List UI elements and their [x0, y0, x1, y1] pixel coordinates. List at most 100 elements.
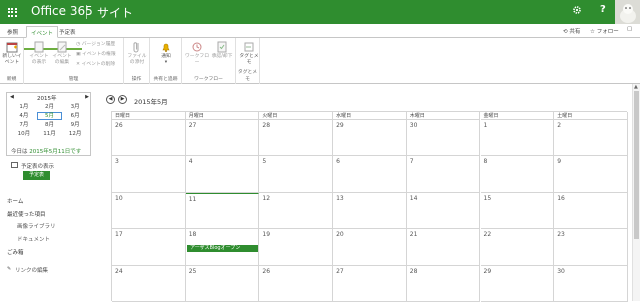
nav-recycle-bin[interactable]: ごみ箱: [7, 248, 24, 256]
weekday-header: 金曜日: [480, 112, 555, 120]
day-cell[interactable]: 1: [480, 120, 555, 157]
day-cell[interactable]: 26: [112, 120, 186, 157]
tab-events[interactable]: イベント: [26, 26, 59, 38]
tab-calendar[interactable]: 予定表: [55, 26, 80, 38]
approve-reject-button[interactable]: 承認/却下: [211, 41, 233, 60]
day-cell[interactable]: 27: [333, 265, 407, 302]
month-cell[interactable]: 10月: [11, 130, 37, 138]
day-cell[interactable]: 23: [554, 229, 628, 266]
day-cell[interactable]: 28: [406, 265, 481, 302]
month-cell[interactable]: 6月: [62, 112, 88, 120]
day-number: 19: [262, 231, 271, 239]
calendar-icon: [11, 162, 18, 168]
day-cell[interactable]: 24: [112, 265, 186, 302]
nav-home[interactable]: ホーム: [7, 197, 23, 205]
day-cell[interactable]: 5: [259, 156, 334, 193]
day-cell[interactable]: 4: [185, 156, 260, 193]
day-cell[interactable]: 30: [406, 120, 481, 157]
nav-recent[interactable]: 最近使った項目: [7, 210, 46, 218]
month-cell[interactable]: 9月: [62, 121, 88, 129]
day-cell[interactable]: 16: [554, 192, 628, 230]
calendar-event[interactable]: アーザスBlogオープン: [187, 245, 258, 252]
share-button[interactable]: ⟲ 共有: [563, 27, 580, 35]
group-new-label: 新規: [6, 77, 17, 82]
month-cell[interactable]: 12月: [62, 130, 88, 138]
delete-event-button[interactable]: ✕ イベントの削除: [76, 62, 115, 68]
day-cell[interactable]: 29: [333, 120, 407, 157]
new-event-button[interactable]: 新しいイベント: [2, 41, 22, 66]
tab-browse[interactable]: 参照: [3, 26, 22, 38]
day-cell[interactable]: 9: [554, 156, 628, 193]
avatar[interactable]: [615, 0, 640, 24]
day-cell[interactable]: 25: [185, 265, 260, 302]
day-cell[interactable]: 17: [112, 229, 186, 266]
month-cell[interactable]: 8月: [37, 121, 63, 129]
nav-documents[interactable]: ドキュメント: [17, 235, 50, 243]
workflows-button[interactable]: ワークフロー: [184, 41, 210, 66]
follow-button[interactable]: ☆ フォロー: [590, 27, 619, 35]
day-number: 11: [188, 195, 197, 203]
day-cell[interactable]: 6: [333, 156, 407, 193]
day-cell[interactable]: 2: [554, 120, 628, 157]
previous-month-icon[interactable]: ◀: [106, 95, 115, 104]
ribbon: 新しいイベント 新規 イベントの表示 イベントの編集 ◷ バージョン履歴 ▣ イ…: [0, 38, 640, 84]
day-cell[interactable]: 28: [259, 120, 334, 157]
day-cell[interactable]: 21: [406, 229, 481, 266]
page-scrollbar[interactable]: ▲: [632, 84, 640, 301]
day-cell[interactable]: 15: [480, 192, 555, 230]
day-cell[interactable]: 13: [333, 192, 407, 230]
site-label[interactable]: サイト: [97, 4, 133, 21]
day-cell[interactable]: 7: [406, 156, 481, 193]
day-number: 29: [483, 267, 492, 275]
day-cell[interactable]: 8: [480, 156, 555, 193]
brand-title[interactable]: Office 365: [31, 4, 93, 18]
attach-file-label: ファイルの添付: [127, 54, 147, 65]
day-cell[interactable]: 20: [333, 229, 407, 266]
tags-notes-button[interactable]: タグとメモ: [238, 41, 260, 66]
day-cell[interactable]: 10: [112, 192, 186, 230]
settings-gear-icon[interactable]: [572, 5, 582, 18]
month-cell[interactable]: 3月: [62, 103, 88, 111]
day-cell[interactable]: 30: [554, 265, 628, 302]
calendar-chip[interactable]: 予定表: [23, 171, 50, 180]
day-cell[interactable]: 3: [112, 156, 186, 193]
month-cell-selected[interactable]: 5月: [36, 112, 63, 120]
scroll-up-icon[interactable]: ▲: [634, 84, 638, 90]
month-cell[interactable]: 4月: [11, 112, 37, 120]
day-cell[interactable]: 14: [406, 192, 481, 230]
app-launcher-icon[interactable]: [0, 0, 24, 24]
previous-year-icon[interactable]: ◀: [10, 94, 14, 100]
edit-links-link[interactable]: リンクの編集: [15, 266, 48, 274]
next-month-icon[interactable]: ▶: [118, 95, 127, 104]
month-cell[interactable]: 1月: [11, 103, 37, 111]
day-number: 15: [483, 194, 492, 202]
workflow-icon: [191, 41, 203, 53]
month-cell[interactable]: 7月: [11, 121, 37, 129]
attach-file-button[interactable]: ファイルの添付: [126, 41, 148, 66]
view-event-button[interactable]: イベントの表示: [28, 41, 50, 66]
day-number: 28: [409, 267, 418, 275]
month-grid-view: 日曜日 月曜日 火曜日 水曜日 木曜日 金曜日 土曜日 26 27 28 29 30 1 2 3 4 5 6 7 8 9…: [111, 111, 628, 302]
today-link[interactable]: 2015年5月11日です: [29, 149, 81, 155]
day-cell[interactable]: 19: [259, 229, 334, 266]
event-permissions-button[interactable]: ▣ イベントの権限: [76, 52, 116, 58]
version-history-button[interactable]: ◷ バージョン履歴: [76, 42, 115, 48]
day-cell[interactable]: 11: [185, 192, 260, 230]
help-icon[interactable]: ?: [600, 4, 606, 15]
day-cell[interactable]: 12: [259, 192, 334, 230]
scrollbar-thumb[interactable]: [634, 91, 639, 239]
alert-me-button[interactable]: 通知 ▾: [155, 41, 177, 66]
focus-on-content-icon[interactable]: ▢: [627, 26, 632, 32]
month-cell[interactable]: 2月: [37, 103, 63, 111]
day-cell[interactable]: 29: [480, 265, 555, 302]
weekday-header: 木曜日: [406, 112, 481, 120]
edit-event-button[interactable]: イベントの編集: [51, 41, 73, 66]
day-cell[interactable]: 27: [185, 120, 260, 157]
nav-image-library[interactable]: 画像ライブラリ: [17, 222, 56, 230]
month-cell[interactable]: 11月: [37, 130, 63, 138]
day-cell[interactable]: 22: [480, 229, 555, 266]
date-picker-header: ◀ 2015年 ▶: [7, 93, 92, 102]
day-cell[interactable]: 26: [259, 265, 334, 302]
next-year-icon[interactable]: ▶: [85, 94, 89, 100]
ribbon-tab-bar: 参照 イベント 予定表 ⟲ 共有 ☆ フォロー ▢: [0, 24, 640, 50]
